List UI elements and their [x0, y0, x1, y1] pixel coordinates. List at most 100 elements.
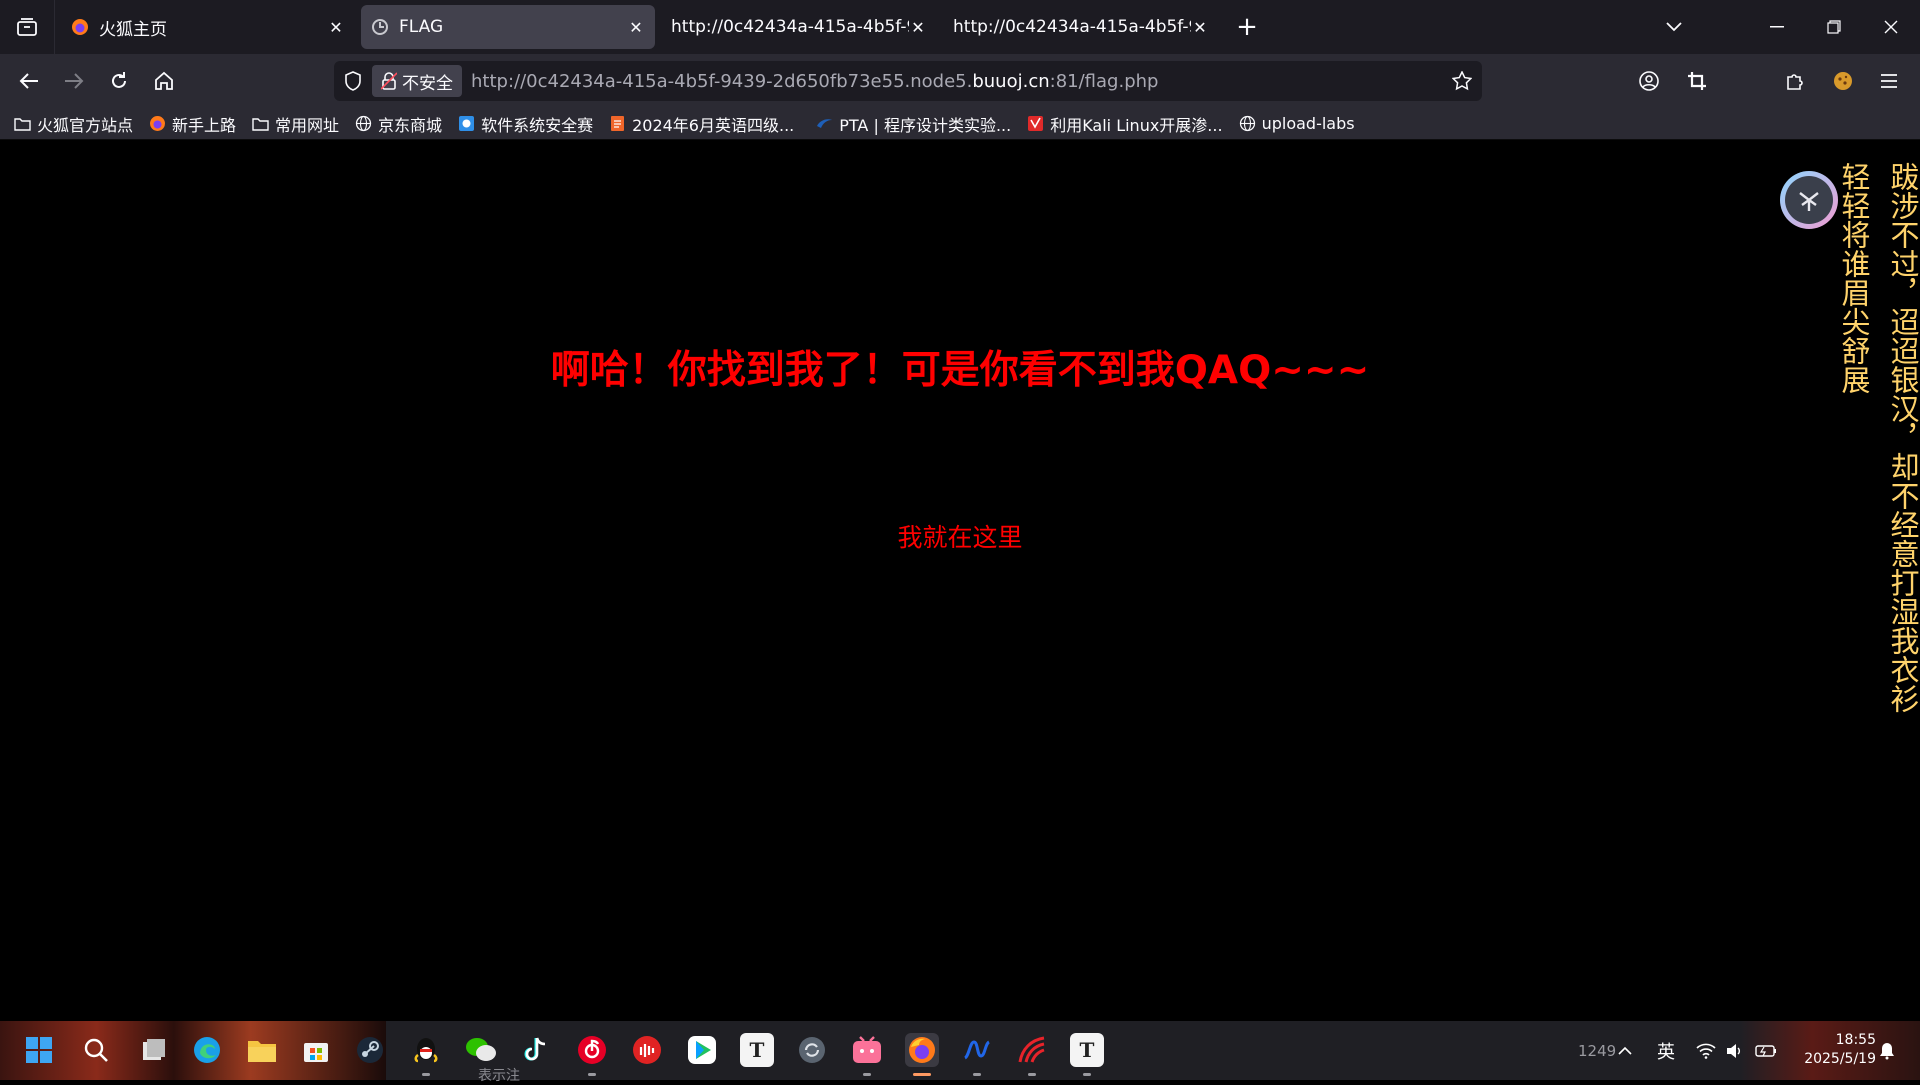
- page-content: 啊哈！你找到我了！可是你看不到我QAQ~~~ 我就在这里 跋涉不过，迢迢银汉，却…: [0, 141, 1920, 1021]
- bookmark-label: upload-labs: [1261, 114, 1355, 133]
- search-icon[interactable]: [79, 1033, 113, 1067]
- sync-icon[interactable]: [795, 1033, 829, 1067]
- running-indicator: [1028, 1073, 1036, 1076]
- tracking-protection-icon[interactable]: [344, 71, 362, 91]
- extension-cookie-button[interactable]: [1824, 62, 1862, 100]
- bookmark-label: 常用网址: [275, 115, 340, 135]
- minimize-button[interactable]: [1749, 0, 1805, 54]
- chevron-down-icon: [1666, 22, 1682, 32]
- app-menu-button[interactable]: [1870, 62, 1908, 100]
- navigation-toolbar: 不安全 http://0c42434a-415a-4b5f-9439-2d650…: [0, 54, 1920, 108]
- steam-icon[interactable]: [353, 1033, 387, 1067]
- back-button[interactable]: [10, 62, 48, 100]
- close-icon: [1884, 20, 1898, 34]
- bookmark-item[interactable]: 2024年6月英语四级...: [609, 112, 794, 136]
- close-tab-icon[interactable]: ✕: [327, 18, 345, 37]
- close-tab-icon[interactable]: ✕: [1191, 18, 1209, 37]
- bookmark-item[interactable]: upload-labs: [1239, 114, 1355, 133]
- connection-insecure-badge[interactable]: 不安全: [372, 65, 462, 97]
- chevron-up-icon: [1618, 1046, 1632, 1055]
- firefox-icon: [150, 116, 166, 131]
- vertical-poem-line-1: 跋涉不过，迢迢银汉，却不经意打湿我衣衫: [1886, 162, 1920, 713]
- bilibili-icon[interactable]: [850, 1033, 884, 1067]
- close-window-button[interactable]: [1863, 0, 1919, 54]
- url-text[interactable]: http://0c42434a-415a-4b5f-9439-2d650fb73…: [471, 71, 1158, 92]
- ime-indicator[interactable]: 英: [1657, 1021, 1675, 1080]
- bookmarks-toolbar: 火狐官方站点 新手上路 常用网址 京东商城 软件系统安全赛 2024年6月英语四…: [0, 108, 1920, 140]
- tab-title: FLAG: [399, 17, 444, 37]
- globe-icon: [355, 115, 372, 132]
- hamburger-menu-icon: [1881, 74, 1897, 88]
- task-view-icon[interactable]: [137, 1033, 171, 1067]
- tab-url-1[interactable]: http://0c42434a-415a-4b5f-9439 ✕: [661, 5, 937, 49]
- home-icon: [155, 71, 173, 90]
- bookmark-star-icon[interactable]: [1452, 71, 1472, 91]
- floating-assistant-button[interactable]: [1780, 171, 1838, 229]
- wechat-icon[interactable]: [464, 1033, 498, 1067]
- video-player-icon[interactable]: [685, 1033, 719, 1067]
- tab-overview-button[interactable]: [0, 0, 55, 54]
- tiktok-icon[interactable]: [519, 1033, 553, 1067]
- here-link[interactable]: 我就在这里: [0, 518, 1920, 554]
- windows-start-icon[interactable]: [22, 1033, 56, 1067]
- bookmark-item[interactable]: 利用Kali Linux开展渗...: [1027, 112, 1223, 136]
- tab-url-2[interactable]: http://0c42434a-415a-4b5f-9439 ✕: [943, 5, 1219, 49]
- netease-music-icon[interactable]: [575, 1033, 609, 1067]
- page-heading: 啊哈！你找到我了！可是你看不到我QAQ~~~: [550, 348, 1370, 393]
- typora-icon-2[interactable]: T: [1070, 1033, 1104, 1067]
- bookmark-label: PTA | 程序设计类实验...: [839, 115, 1012, 135]
- forward-arrow-icon: [65, 73, 84, 89]
- vertical-poem-line-2: 轻轻将谁眉尖舒展: [1837, 162, 1871, 394]
- bookmark-label: 利用Kali Linux开展渗...: [1050, 115, 1223, 135]
- extensions-button[interactable]: [1776, 62, 1814, 100]
- account-button[interactable]: [1630, 62, 1668, 100]
- bookmark-item[interactable]: 常用网址: [252, 112, 339, 136]
- url-prefix: http://0c42434a-415a-4b5f-9439-2d650fb73…: [471, 70, 973, 92]
- new-tab-button[interactable]: +: [1227, 7, 1267, 47]
- clock-time: 18:55: [1835, 1032, 1876, 1048]
- bookmark-item[interactable]: PTA | 程序设计类实验...: [816, 112, 1011, 136]
- edge-icon[interactable]: [190, 1033, 224, 1067]
- red-site-icon: [1028, 116, 1044, 131]
- music-app-icon[interactable]: [630, 1033, 664, 1067]
- show-hidden-icons-button[interactable]: [1618, 1021, 1632, 1080]
- crop-icon: [1688, 72, 1706, 90]
- shield-site-icon: [459, 116, 475, 131]
- bookmark-label: 京东商城: [378, 115, 443, 135]
- close-tab-icon[interactable]: ✕: [627, 18, 645, 37]
- restore-icon: [1827, 20, 1841, 34]
- bookmark-item[interactable]: 京东商城: [355, 112, 442, 136]
- app-blue-icon[interactable]: [960, 1033, 994, 1067]
- insecure-label: 不安全: [402, 73, 453, 94]
- bookmark-item[interactable]: 软件系统安全赛: [458, 112, 593, 136]
- firefox-icon[interactable]: [905, 1033, 939, 1067]
- qq-icon[interactable]: [409, 1033, 443, 1067]
- home-button[interactable]: [145, 62, 183, 100]
- system-clock[interactable]: 18:55 2025/5/19: [1786, 1031, 1876, 1069]
- bookmark-item[interactable]: 新手上路: [149, 112, 236, 136]
- store-icon[interactable]: [299, 1033, 333, 1067]
- restore-button[interactable]: [1806, 0, 1862, 54]
- insecure-lock-icon: [381, 72, 397, 90]
- wifi-icon[interactable]: [1696, 1021, 1716, 1080]
- forward-button[interactable]: [55, 62, 93, 100]
- tab-flag[interactable]: FLAG ✕: [361, 5, 655, 49]
- back-arrow-icon: [19, 73, 38, 89]
- running-indicator: [863, 1073, 871, 1076]
- bookmark-item[interactable]: 火狐官方站点: [14, 112, 133, 136]
- notification-center-icon[interactable]: [1878, 1021, 1896, 1080]
- reload-button[interactable]: [100, 62, 138, 100]
- minimize-icon: [1770, 26, 1784, 28]
- app-red-icon[interactable]: [1015, 1033, 1049, 1067]
- volume-icon[interactable]: [1726, 1021, 1742, 1080]
- address-bar[interactable]: 不安全 http://0c42434a-415a-4b5f-9439-2d650…: [334, 61, 1482, 101]
- screenshot-button[interactable]: [1678, 62, 1716, 100]
- cookie-icon: [1834, 72, 1852, 90]
- file-explorer-icon[interactable]: [245, 1033, 279, 1067]
- clock-date: 2025/5/19: [1804, 1051, 1876, 1067]
- tab-firefox-home[interactable]: 火狐主页 ✕: [61, 5, 355, 49]
- typora-icon[interactable]: T: [740, 1033, 774, 1067]
- battery-icon[interactable]: [1755, 1021, 1777, 1080]
- close-tab-icon[interactable]: ✕: [909, 18, 927, 37]
- list-all-tabs-button[interactable]: [1646, 0, 1702, 54]
